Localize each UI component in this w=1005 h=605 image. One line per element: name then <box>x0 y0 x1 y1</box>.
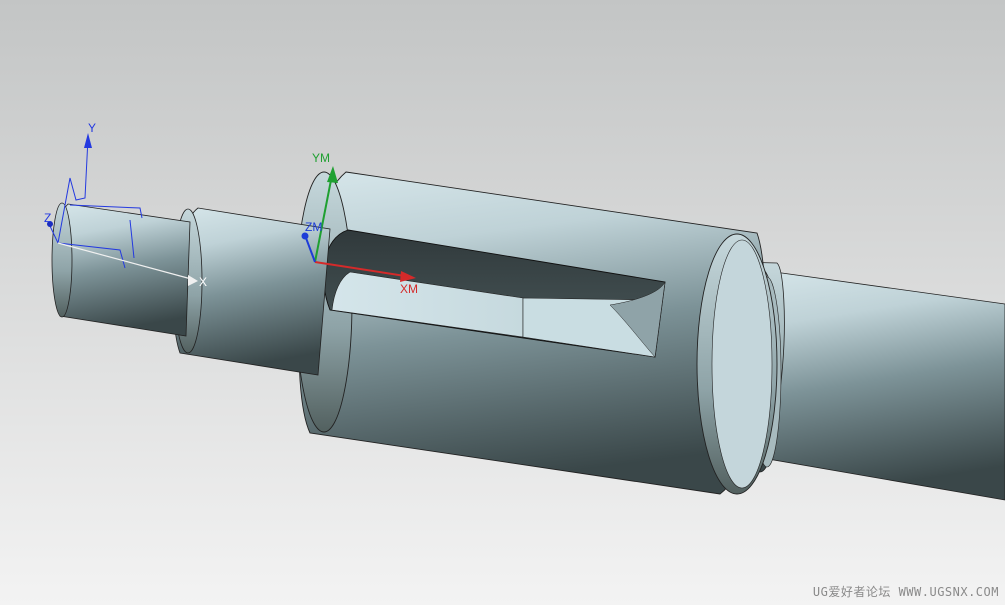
mcs-x-label: XM <box>400 282 418 296</box>
mcs-z-label: ZM <box>305 220 322 234</box>
mcs-y-label: YM <box>312 151 330 165</box>
model-view[interactable]: Y Z X YM ZM XM <box>0 0 1005 605</box>
wcs-y-label: Y <box>88 121 96 135</box>
graphics-window[interactable]: Y Z X YM ZM XM UG爱好者论坛 WWW.UGSNX.COM <box>0 0 1005 605</box>
shaft-left-end[interactable] <box>51 202 191 337</box>
forum-watermark: UG爱好者论坛 WWW.UGSNX.COM <box>812 585 999 599</box>
wcs-x-label: X <box>199 275 207 289</box>
wcs-z-label: Z <box>44 211 51 225</box>
